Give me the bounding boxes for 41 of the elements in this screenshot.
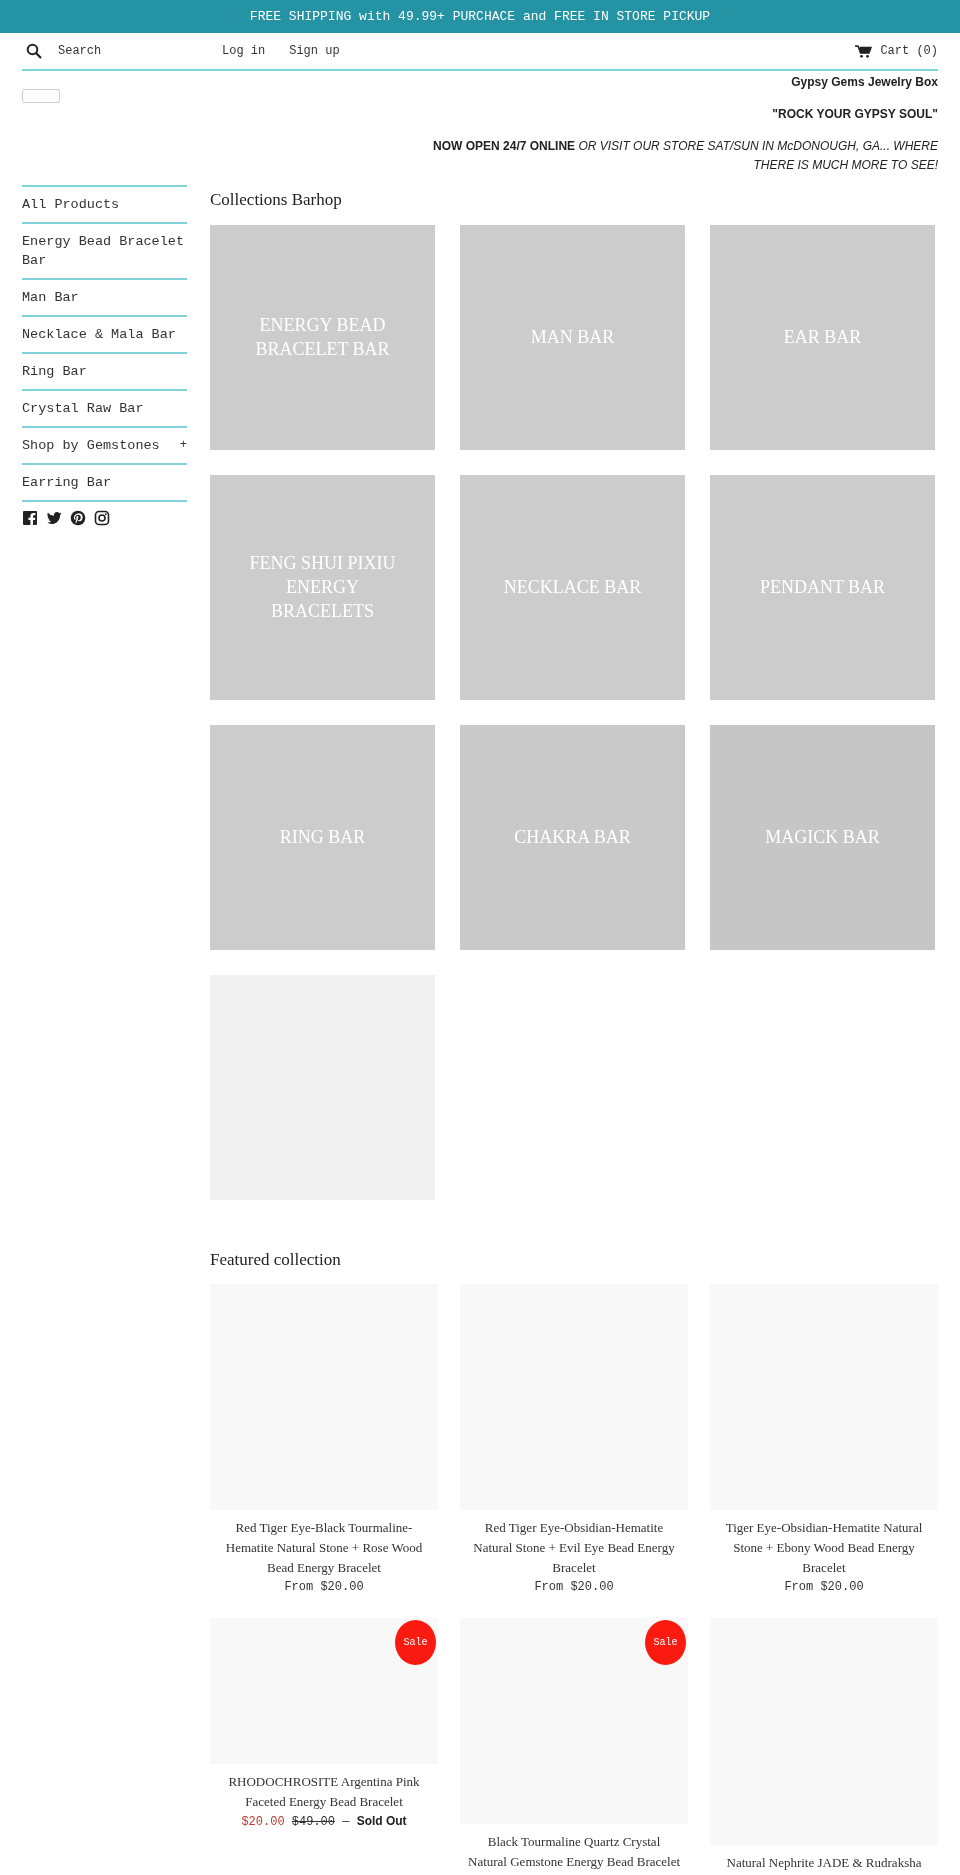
store-name: Gypsy Gems Jewelry Box [790, 74, 938, 91]
separator-dash: — [342, 1815, 350, 1829]
slogan-text: "ROCK YOUR GYPSY SOUL" [772, 106, 938, 123]
product-price: From $20.00 [534, 1580, 614, 1594]
instagram-icon[interactable] [94, 510, 110, 526]
product-title[interactable]: Red Tiger Eye-Black Tourmaline-Hematite Natural Stone + Rose Wood Bead Energy Bracelet [210, 1518, 438, 1578]
product-title[interactable]: RHODOCHROSITE Argentina Pink Faceted Energy Bead Bracelet [210, 1772, 438, 1812]
sale-price: $20.00 [241, 1815, 285, 1829]
announcement-text: FREE SHIPPING with 49.99+ PURCHACE and FREE IN STORE PICKUP [249, 7, 711, 26]
product-title[interactable]: Red Tiger Eye-Obsidian-Hematite Natural Stone + Evil Eye Bead Energy Bracelet [460, 1518, 688, 1578]
pinterest-icon[interactable] [70, 510, 86, 526]
facebook-icon[interactable] [22, 510, 38, 526]
section-heading: Featured collection [210, 1248, 342, 1271]
sidebar-link[interactable]: Shop by Gemstones + [22, 426, 187, 463]
cart-link[interactable]: Cart (0) [880, 42, 938, 60]
expand-toggle[interactable]: + [179, 436, 187, 455]
sidebar-link[interactable]: Crystal Raw Bar [22, 389, 187, 426]
sidebar-link[interactable]: All Products [22, 185, 187, 222]
sidebar-link[interactable]: Man Bar [22, 278, 187, 315]
product-title[interactable]: Tiger Eye-Obsidian-Hematite Natural Stone + Ebony Wood Bead Energy Bracelet [710, 1518, 938, 1578]
product-title[interactable]: Natural Nephrite JADE & Rudraksha [710, 1853, 938, 1873]
section-heading: Collections Barhop [210, 189, 343, 211]
search-icon[interactable] [26, 43, 42, 59]
store-notice: NOW OPEN 24/7 ONLINE OR VISIT OUR STORE SAT/SUN IN McDONOUGH, GA... WHERE THERE IS MUCH MORE TO SEE! [432, 138, 938, 174]
compare-price: $49.00 [291, 1815, 335, 1829]
account-link[interactable]: Log in [222, 42, 266, 60]
twitter-icon[interactable] [46, 510, 62, 526]
product-image[interactable]: Sale [460, 1618, 688, 1824]
product-price: From $20.00 [784, 1580, 864, 1594]
product-price: From $20.00 [284, 1580, 364, 1594]
sale-badge: Sale [395, 1620, 436, 1665]
product-image[interactable]: Sale [210, 1618, 438, 1764]
sidebar-link[interactable]: Necklace & Mala Bar [22, 315, 187, 352]
sidebar-link[interactable]: Ring Bar [22, 352, 187, 389]
product-title[interactable]: Black Tourmaline Quartz Crystal Natural Gemstone Energy Bead Bracelet [460, 1832, 688, 1872]
sidebar-link[interactable]: Earring Bar [22, 463, 187, 502]
sale-badge: Sale [645, 1620, 686, 1665]
sold-out-label: Sold Out [356, 1814, 407, 1828]
sidebar-link[interactable]: Energy Bead Bracelet Bar [22, 222, 187, 278]
cart-icon[interactable] [855, 44, 873, 58]
account-link[interactable]: Sign up [289, 42, 340, 60]
